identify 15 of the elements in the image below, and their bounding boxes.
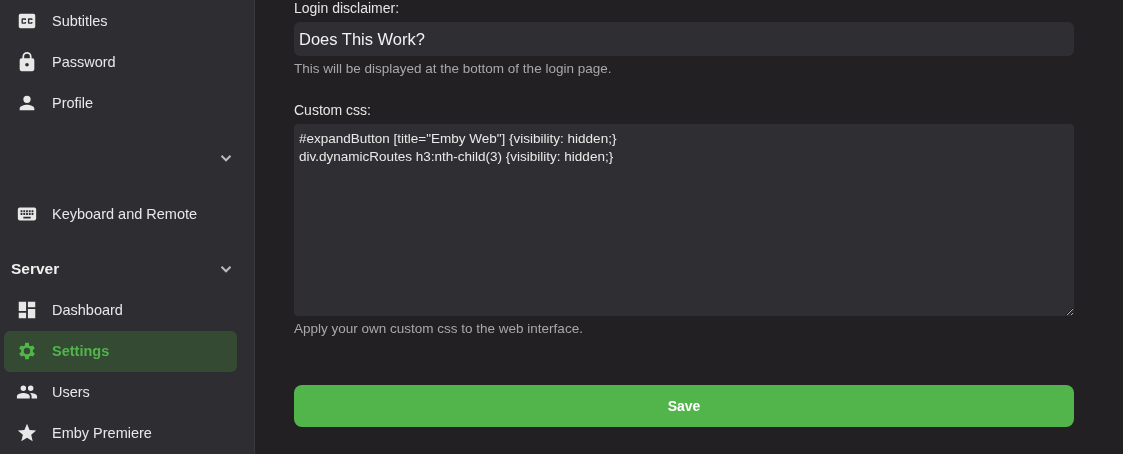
sidebar-item[interactable]: Settings	[4, 330, 237, 372]
sidebar-item[interactable]: Subtitles	[4, 0, 237, 42]
sidebar-item[interactable]: Keyboard and Remote	[4, 193, 237, 235]
sidebar-item[interactable]: Dashboard	[4, 289, 237, 331]
field-label: Login disclaimer:	[294, 0, 401, 18]
sidebar-item[interactable]: Profile	[4, 82, 237, 124]
sidebar-item[interactable]: Password	[4, 41, 237, 83]
field-hint: Apply your own custom css to the web interface.	[294, 321, 584, 336]
css-text-area[interactable]: #expandButton [title="Emby Web"] {visibility: hidden;} div.dynamicRoutes h3:nth-child(3) {visibility: hidden;}	[294, 124, 1074, 316]
sidebar-item[interactable]: Emby Premiere	[4, 412, 237, 454]
section-heading: Server	[11, 260, 60, 279]
sidebar-item[interactable]: Users	[4, 371, 237, 413]
field-label: Custom css:	[294, 102, 372, 120]
input-field[interactable]: Does This Work?	[294, 22, 1074, 56]
field-hint: This will be displayed at the bottom of the login page.	[294, 61, 613, 76]
